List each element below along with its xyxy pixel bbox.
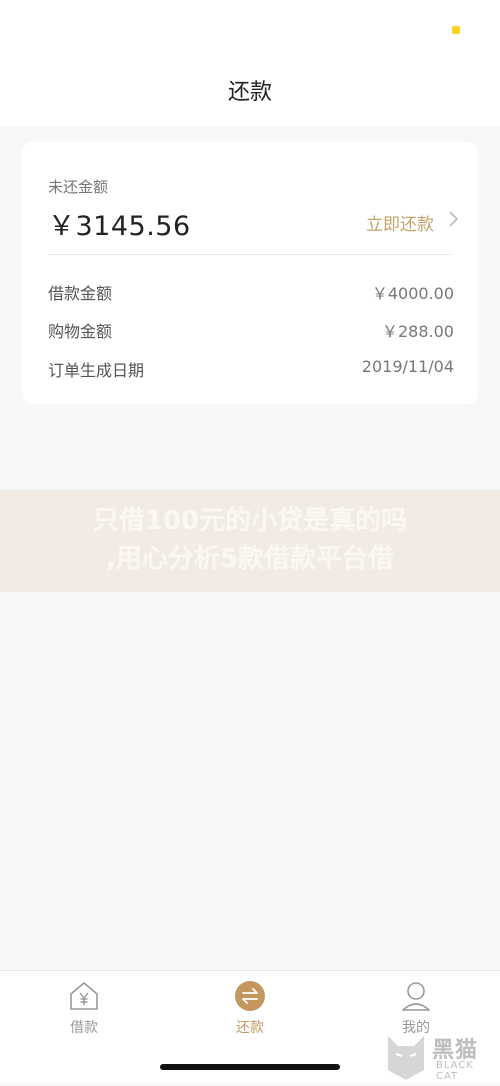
detail-row-loan-amount: 借款金额 ￥4000.00 bbox=[48, 280, 454, 304]
detail-value: ￥4000.00 bbox=[371, 284, 454, 303]
user-icon bbox=[399, 979, 433, 1013]
cat-logo-icon bbox=[388, 1036, 424, 1080]
detail-key: 购物金额 bbox=[48, 322, 113, 341]
status-indicator-icon bbox=[452, 26, 460, 34]
banner-text: 只借100元的小贷是真的吗 ,用心分析5款借款平台借 bbox=[0, 502, 500, 578]
home-indicator[interactable] bbox=[160, 1064, 340, 1070]
detail-value: 2019/11/04 bbox=[361, 357, 454, 376]
detail-value: ￥288.00 bbox=[382, 322, 454, 341]
exchange-icon bbox=[233, 979, 267, 1013]
house-yen-icon bbox=[67, 979, 101, 1013]
tab-label: 借款 bbox=[70, 1020, 98, 1036]
detail-key: 借款金额 bbox=[48, 284, 113, 303]
divider bbox=[48, 254, 452, 255]
banner-line: ,用心分析5款借款平台借 bbox=[106, 544, 394, 574]
tab-repay[interactable]: 还款 bbox=[200, 979, 300, 1049]
repay-now-button[interactable]: 立即还款 bbox=[366, 210, 434, 235]
black-cat-watermark: 黑猫 BLACK CAT bbox=[382, 1030, 492, 1082]
banner-line: 只借100元的小贷是真的吗 bbox=[92, 506, 408, 536]
detail-row-shopping-amount: 购物金额 ￥288.00 bbox=[48, 318, 454, 342]
chevron-right-icon[interactable] bbox=[442, 208, 464, 230]
watermark-en: BLACK CAT bbox=[436, 1060, 474, 1082]
unpaid-amount-value: ￥3145.56 bbox=[48, 211, 191, 242]
page-title: 还款 bbox=[227, 80, 272, 105]
repayment-summary-card: 未还金额 ￥3145.56 立即还款 借款金额 ￥4000.00 购物金额 ￥2… bbox=[22, 142, 478, 404]
unpaid-amount-label: 未还金额 bbox=[48, 178, 109, 196]
tab-label: 还款 bbox=[236, 1020, 264, 1036]
status-bar bbox=[0, 0, 500, 60]
navigation-bar: 还款 bbox=[0, 60, 500, 126]
tab-borrow[interactable]: 借款 bbox=[34, 979, 134, 1049]
detail-key: 订单生成日期 bbox=[48, 361, 145, 380]
overlay-banner: 只借100元的小贷是真的吗 ,用心分析5款借款平台借 bbox=[0, 490, 500, 592]
detail-row-order-date: 订单生成日期 2019/11/04 bbox=[48, 357, 454, 381]
